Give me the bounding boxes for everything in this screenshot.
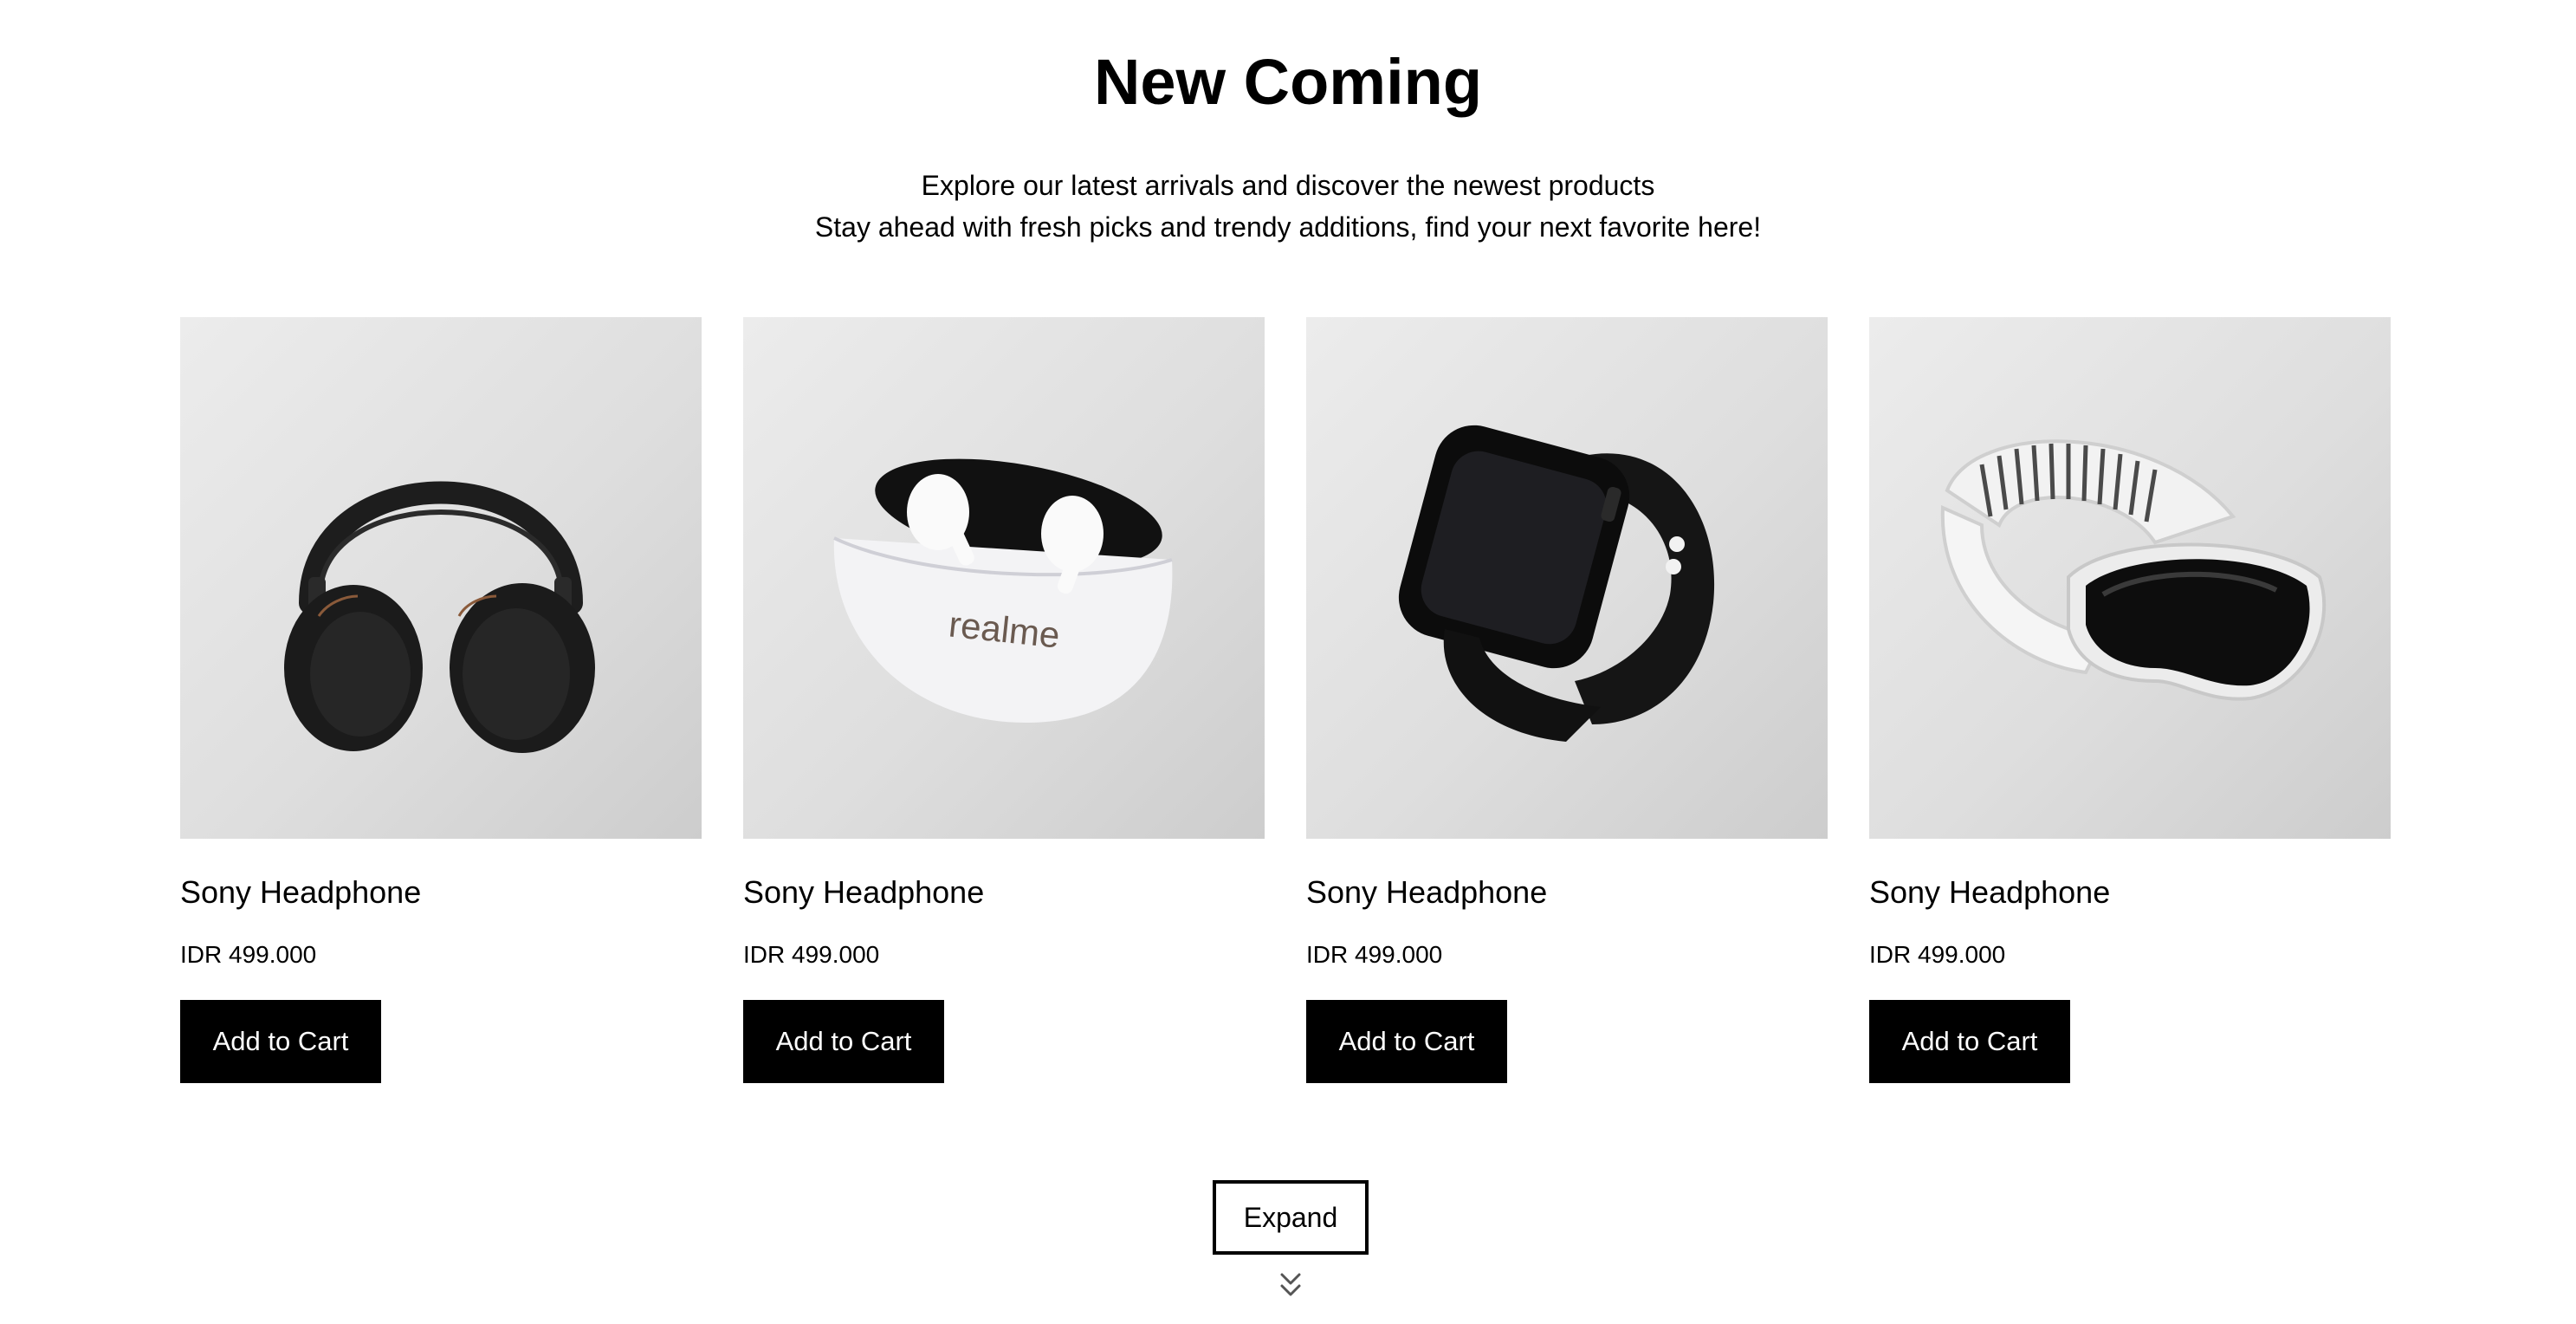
product-image-headphone[interactable] — [180, 317, 702, 839]
product-image-earbuds[interactable]: realme — [743, 317, 1265, 839]
vr-headset-icon — [1940, 439, 2327, 701]
headphone-icon — [284, 481, 595, 753]
product-image-smartwatch[interactable] — [1306, 317, 1828, 839]
expand-button[interactable]: Expand — [1213, 1180, 1369, 1255]
product-image-vr-headset[interactable] — [1869, 317, 2391, 839]
product-card[interactable]: Sony Headphone IDR 499.000 Add to Cart — [1869, 317, 2391, 1083]
product-price: IDR 499.000 — [180, 941, 317, 968]
product-price: IDR 499.000 — [743, 941, 880, 968]
product-name[interactable]: Sony Headphone — [180, 873, 421, 912]
product-name[interactable]: Sony Headphone — [743, 873, 984, 912]
product-name[interactable]: Sony Headphone — [1869, 873, 2110, 912]
add-to-cart-button[interactable]: Add to Cart — [1306, 1000, 1507, 1083]
earbuds-icon: realme — [833, 458, 1173, 724]
subtitle-line-1: Explore our latest arrivals and discover… — [921, 170, 1655, 201]
section-subtitle: Explore our latest arrivals and discover… — [0, 165, 2576, 248]
product-card[interactable]: Sony Headphone IDR 499.000 Add to Cart — [1306, 317, 1828, 1083]
product-price: IDR 499.000 — [1306, 941, 1443, 968]
product-price: IDR 499.000 — [1869, 941, 2006, 968]
product-name[interactable]: Sony Headphone — [1306, 873, 1547, 912]
double-chevron-down-icon[interactable] — [1277, 1270, 1304, 1301]
product-grid: Sony Headphone IDR 499.000 Add to Cart r… — [180, 317, 2398, 1088]
add-to-cart-button[interactable]: Add to Cart — [180, 1000, 381, 1083]
subtitle-line-2: Stay ahead with fresh picks and trendy a… — [814, 211, 1762, 243]
product-card[interactable]: Sony Headphone IDR 499.000 Add to Cart — [180, 317, 702, 1083]
smartwatch-icon — [1398, 425, 1715, 742]
add-to-cart-button[interactable]: Add to Cart — [743, 1000, 944, 1083]
add-to-cart-button[interactable]: Add to Cart — [1869, 1000, 2070, 1083]
product-card[interactable]: realme Sony Headphone IDR 499.000 Add to… — [743, 317, 1265, 1083]
section-title: New Coming — [1093, 46, 1483, 118]
